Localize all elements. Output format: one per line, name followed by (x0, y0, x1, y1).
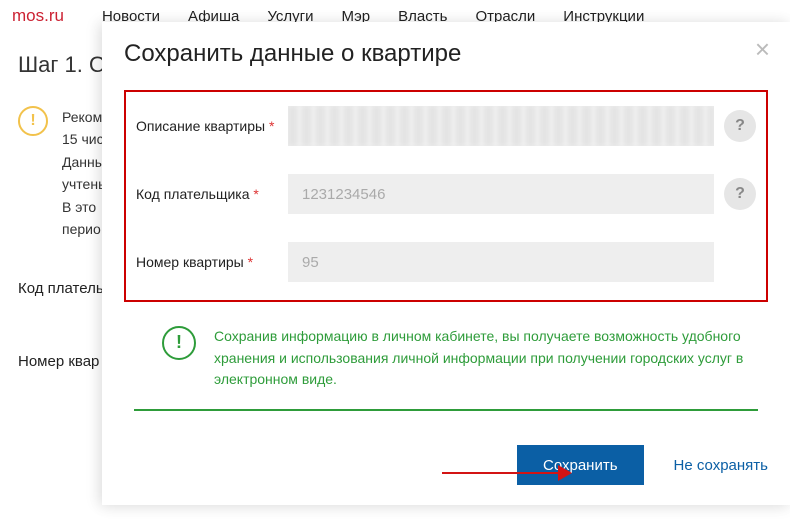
help-icon[interactable]: ? (724, 110, 756, 142)
required-mark: * (269, 118, 274, 134)
field-payer-code: Код плательщика * ? (136, 174, 756, 214)
field-description: Описание квартиры * ? (136, 106, 756, 146)
field-label: Код плательщика * (136, 185, 288, 204)
payer-code-input[interactable] (288, 174, 714, 214)
modal-title: Сохранить данные о квартире (124, 40, 768, 68)
info-block: ! Сохранив информацию в личном кабинете,… (134, 302, 758, 411)
warning-icon: ! (18, 106, 48, 136)
field-label: Номер квартиры * (136, 253, 288, 272)
description-input[interactable] (288, 106, 714, 146)
save-button[interactable]: Сохранить (517, 445, 644, 485)
required-mark: * (253, 186, 258, 202)
save-apartment-modal: × Сохранить данные о квартире Описание к… (102, 22, 790, 505)
field-apt-number: Номер квартиры * (136, 242, 756, 282)
required-mark: * (248, 254, 253, 270)
info-text: Сохранив информацию в личном кабинете, в… (214, 326, 746, 391)
logo[interactable]: mos.ru (12, 6, 64, 26)
modal-footer: Сохранить Не сохранять (102, 411, 790, 485)
close-icon[interactable]: × (755, 36, 770, 62)
dont-save-button[interactable]: Не сохранять (674, 457, 768, 474)
info-icon: ! (162, 326, 196, 360)
apt-number-input[interactable] (288, 242, 714, 282)
form-container: Описание квартиры * ? Код плательщика * … (124, 90, 768, 302)
field-label: Описание квартиры * (136, 117, 288, 136)
help-icon[interactable]: ? (724, 178, 756, 210)
